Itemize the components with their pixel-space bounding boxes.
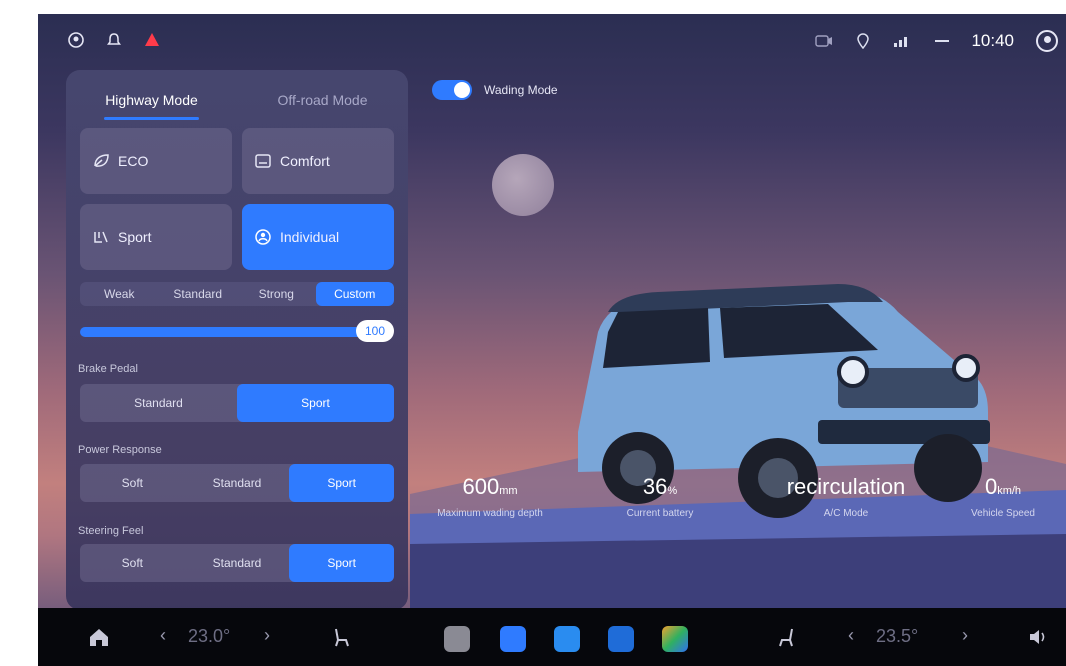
right-temp-down-icon[interactable]: ‹ xyxy=(848,625,854,646)
avatar[interactable] xyxy=(1036,30,1058,52)
status-right-icons: 10:40 xyxy=(815,30,1058,52)
messages-app-icon[interactable] xyxy=(554,626,580,652)
stat-unit: mm xyxy=(499,485,518,497)
moon xyxy=(492,154,554,216)
mode-label: ECO xyxy=(118,153,149,169)
mode-eco[interactable]: ECO xyxy=(80,128,232,194)
left-temp-up-icon[interactable]: › xyxy=(264,625,270,646)
phone-app-icon[interactable] xyxy=(608,626,634,652)
mode-label: Sport xyxy=(118,229,152,245)
stat-wading-depth: 600mm Maximum wading depth xyxy=(410,474,570,519)
leaf-icon xyxy=(94,154,109,167)
stat-value: 600 xyxy=(462,474,500,499)
stat-value: recirculation xyxy=(786,474,906,499)
mode-comfort[interactable]: Comfort xyxy=(242,128,394,194)
vehicle-stats: 600mm Maximum wading depth 36% Current b… xyxy=(410,474,1066,544)
mode-tabs: Highway Mode Off-road Mode xyxy=(66,86,408,122)
tab-off-road-mode[interactable]: Off-road Mode xyxy=(237,86,408,122)
drive-mode-grid: ECO Comfort Sport Individual xyxy=(80,128,394,270)
brake-pedal-label: Brake Pedal xyxy=(78,363,138,375)
browser-app-icon[interactable] xyxy=(500,626,526,652)
level-custom[interactable]: Custom xyxy=(315,282,394,306)
wading-mode-toggle[interactable] xyxy=(432,80,472,100)
left-temperature: 23.0° xyxy=(188,626,231,646)
left-temp-down-icon[interactable]: ‹ xyxy=(160,625,166,646)
settings-app-icon[interactable] xyxy=(444,626,470,652)
status-left-icons xyxy=(68,32,160,48)
right-seat-icon[interactable] xyxy=(776,626,798,648)
level-weak[interactable]: Weak xyxy=(80,282,159,306)
wading-mode-control: Wading Mode xyxy=(432,80,558,100)
camera-icon xyxy=(815,35,833,47)
right-temp-up-icon[interactable]: › xyxy=(962,625,968,646)
tab-highway-mode[interactable]: Highway Mode xyxy=(66,86,237,122)
right-temperature: 23.5° xyxy=(876,626,919,646)
stat-label: Vehicle Speed xyxy=(971,508,1035,519)
stat-label: Current battery xyxy=(626,508,694,519)
volume-icon[interactable] xyxy=(1028,628,1050,646)
location-icon xyxy=(857,33,870,49)
intensity-slider[interactable]: 100 xyxy=(80,320,394,342)
stat-battery: 36% Current battery xyxy=(590,474,730,519)
mode-label: Comfort xyxy=(280,153,330,169)
stat-unit: km/h xyxy=(997,485,1022,497)
signal-icon xyxy=(894,37,908,47)
intensity-selector: Weak Standard Strong Custom xyxy=(80,282,394,306)
warning-icon[interactable] xyxy=(144,32,160,48)
sport-seat-icon xyxy=(94,231,108,243)
seat-icon xyxy=(255,154,271,168)
stat-unit: % xyxy=(667,485,678,497)
clock: 10:40 xyxy=(971,31,1014,50)
stat-value: 0 xyxy=(984,474,998,499)
stat-label: A/C Mode xyxy=(823,508,869,519)
level-standard[interactable]: Standard xyxy=(159,282,238,306)
seat-heat-icon[interactable] xyxy=(330,626,352,648)
gallery-app-icon[interactable] xyxy=(662,626,688,652)
car-infotainment-screen: 10:40 Highway Mode Off-road Mode ECO Com… xyxy=(38,14,1066,666)
stat-speed: 0km/h Vehicle Speed xyxy=(940,474,1066,519)
stat-label: Maximum wading depth xyxy=(437,508,543,519)
status-bar: 10:40 xyxy=(38,14,1066,70)
person-icon xyxy=(255,229,271,245)
bell-icon[interactable] xyxy=(106,32,122,48)
mode-label: Individual xyxy=(280,229,340,245)
slider-thumb[interactable]: 100 xyxy=(356,320,394,342)
stat-value: 36 xyxy=(642,474,668,499)
more-icon xyxy=(935,40,950,42)
profile-icon[interactable] xyxy=(68,32,84,48)
wading-mode-label: Wading Mode xyxy=(484,83,558,97)
mode-individual[interactable]: Individual xyxy=(242,204,394,270)
slider-track xyxy=(80,327,380,337)
bottom-dock: ‹ 23.0° › ‹ 23.5° › xyxy=(38,608,1066,666)
mode-sport[interactable]: Sport xyxy=(80,204,232,270)
home-icon[interactable] xyxy=(88,626,110,648)
level-strong[interactable]: Strong xyxy=(237,282,316,306)
stat-ac-mode: recirculation A/C Mode xyxy=(766,474,926,519)
